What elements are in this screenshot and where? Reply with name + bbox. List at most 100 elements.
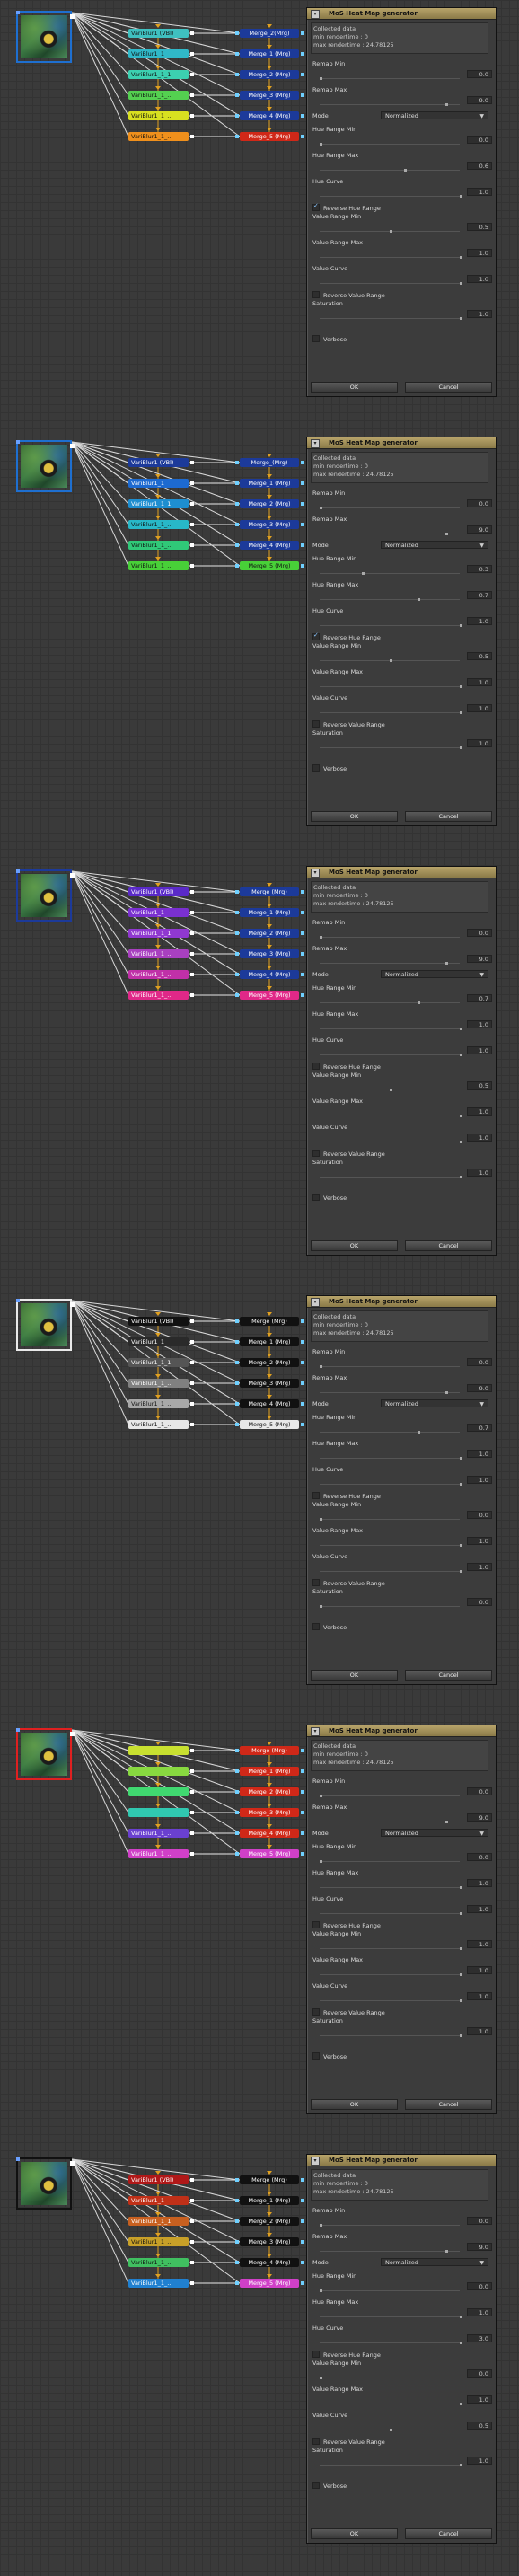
node-input-port[interactable] bbox=[16, 2157, 20, 2161]
slider-thumb[interactable] bbox=[390, 2429, 392, 2431]
slider-thumb[interactable] bbox=[390, 659, 392, 662]
node-input-port[interactable] bbox=[235, 931, 239, 935]
slider-thumb[interactable] bbox=[460, 195, 462, 198]
node-output-port[interactable] bbox=[301, 52, 304, 56]
node-output-port[interactable] bbox=[301, 931, 304, 935]
slider-track[interactable] bbox=[320, 2225, 460, 2226]
slider-track[interactable] bbox=[320, 1545, 460, 1546]
variblur-node[interactable]: VariBlur1_1_... bbox=[128, 111, 189, 120]
val-min-value-field[interactable]: 0.5 bbox=[467, 1081, 492, 1090]
ok-button[interactable]: OK bbox=[311, 2099, 398, 2110]
node-output-port[interactable] bbox=[301, 890, 304, 894]
verbose-checkbox[interactable]: Verbose bbox=[312, 1194, 492, 1202]
merge-node[interactable]: Merge_5 (Mrg) bbox=[240, 1849, 299, 1858]
merge-node[interactable]: Merge_3 (Mrg) bbox=[240, 949, 299, 958]
val-curve-value-field[interactable]: 1.0 bbox=[467, 1134, 492, 1142]
merge-node[interactable]: Merge_3 (Mrg) bbox=[240, 520, 299, 529]
node-output-port[interactable] bbox=[190, 523, 194, 526]
merge-node[interactable]: Merge_5 (Mrg) bbox=[240, 132, 299, 141]
node-input-port[interactable] bbox=[235, 2178, 239, 2182]
slider-track[interactable] bbox=[320, 573, 460, 574]
hue-curve-value-field[interactable]: 1.0 bbox=[467, 1476, 492, 1484]
slider-thumb[interactable] bbox=[320, 1605, 322, 1608]
loader-node[interactable] bbox=[16, 2157, 75, 2210]
slider-thumb[interactable] bbox=[460, 1176, 462, 1178]
val-max-value-field[interactable]: 1.0 bbox=[467, 249, 492, 257]
hue-min-value-field[interactable]: 0.7 bbox=[467, 1424, 492, 1432]
slider-thumb[interactable] bbox=[320, 143, 322, 146]
node-output-port[interactable] bbox=[301, 114, 304, 118]
rev-val-checkbox[interactable]: Reverse Value Range bbox=[312, 1579, 492, 1587]
node-input-port[interactable] bbox=[235, 1831, 239, 1835]
ok-button[interactable]: OK bbox=[311, 1670, 398, 1681]
slider-thumb[interactable] bbox=[320, 2289, 322, 2292]
node-input-port[interactable] bbox=[235, 911, 239, 914]
node-input-port[interactable] bbox=[235, 1769, 239, 1773]
node-output-port[interactable] bbox=[301, 952, 304, 956]
slider-track[interactable] bbox=[320, 1913, 460, 1914]
ok-button[interactable]: OK bbox=[311, 2528, 398, 2539]
node-input-port[interactable] bbox=[16, 1728, 20, 1732]
slider-thumb[interactable] bbox=[460, 1886, 462, 1889]
node-input-port[interactable] bbox=[235, 952, 239, 956]
node-output-port[interactable] bbox=[301, 481, 304, 485]
remap-max-value-field[interactable]: 9.0 bbox=[467, 955, 492, 963]
merge-node[interactable]: Merge_2 (Mrg) bbox=[240, 2217, 299, 2226]
variblur-node[interactable] bbox=[128, 1767, 189, 1776]
rev-hue-checkbox[interactable]: Reverse Hue Range bbox=[312, 1063, 492, 1071]
slider-track[interactable] bbox=[320, 1432, 460, 1433]
loader-node[interactable] bbox=[16, 869, 75, 922]
node-output-port[interactable] bbox=[190, 973, 194, 976]
hue-curve-value-field[interactable]: 3.0 bbox=[467, 2334, 492, 2342]
node-output-port[interactable] bbox=[190, 502, 194, 506]
slider-track[interactable] bbox=[320, 507, 460, 508]
verbose-checkbox[interactable]: Verbose bbox=[312, 2052, 492, 2060]
slider-thumb[interactable] bbox=[460, 1947, 462, 1950]
mode-dropdown[interactable]: Normalized ▼ bbox=[381, 970, 488, 978]
slider-thumb[interactable] bbox=[320, 2224, 322, 2227]
variblur-node[interactable]: VariBlur1_1 bbox=[128, 1337, 189, 1346]
rev-val-checkbox[interactable]: Reverse Value Range bbox=[312, 291, 492, 299]
slider-thumb[interactable] bbox=[361, 572, 365, 575]
rev-val-checkbox[interactable]: Reverse Value Range bbox=[312, 720, 492, 728]
node-output-port[interactable] bbox=[70, 873, 75, 878]
slider-thumb[interactable] bbox=[460, 282, 462, 285]
node-input-port[interactable] bbox=[235, 890, 239, 894]
variblur-node[interactable]: VariBlur1_1_... bbox=[128, 1849, 189, 1858]
slider-track[interactable] bbox=[320, 1002, 460, 1003]
slider-thumb[interactable] bbox=[403, 169, 407, 172]
rev-hue-checkbox[interactable]: Reverse Hue Range bbox=[312, 1492, 492, 1500]
variblur-node[interactable]: VariBlur1_1 bbox=[128, 2196, 189, 2205]
rev-hue-checkbox[interactable]: Reverse Hue Range bbox=[312, 1921, 492, 1929]
node-output-port[interactable] bbox=[301, 1361, 304, 1364]
loader-node[interactable] bbox=[16, 11, 75, 63]
rev-val-checkbox[interactable]: Reverse Value Range bbox=[312, 2008, 492, 2016]
node-input-port[interactable] bbox=[235, 52, 239, 56]
slider-thumb[interactable] bbox=[445, 103, 449, 106]
variblur-node[interactable]: VariBlur1_1_... bbox=[128, 2258, 189, 2267]
slider-thumb[interactable] bbox=[460, 2034, 462, 2037]
node-input-port[interactable] bbox=[235, 523, 239, 526]
variblur-node[interactable]: VariBlur1_1_... bbox=[128, 132, 189, 141]
node-output-port[interactable] bbox=[70, 1302, 75, 1307]
variblur-node[interactable]: VariBlur1_1_... bbox=[128, 561, 189, 570]
slider-thumb[interactable] bbox=[460, 1483, 462, 1486]
merge-node[interactable]: Merge_4 (Mrg) bbox=[240, 2258, 299, 2267]
node-input-port[interactable] bbox=[16, 1299, 20, 1302]
merge-node[interactable]: Merge_4 (Mrg) bbox=[240, 111, 299, 120]
node-input-port[interactable] bbox=[235, 2281, 239, 2285]
variblur-node[interactable]: VariBlur1_1_... bbox=[128, 2237, 189, 2246]
slider-track[interactable] bbox=[320, 1392, 460, 1393]
merge-node[interactable]: Merge (Mrg) bbox=[240, 2175, 299, 2184]
slider-track[interactable] bbox=[320, 2290, 460, 2291]
node-output-port[interactable] bbox=[301, 93, 304, 97]
merge-node[interactable]: Merge_2 (Mrg) bbox=[240, 929, 299, 938]
slider-thumb[interactable] bbox=[460, 1141, 462, 1143]
node-input-port[interactable] bbox=[235, 1852, 239, 1856]
node-output-port[interactable] bbox=[70, 444, 75, 448]
merge-node[interactable]: Merge_2 (Mrg) bbox=[240, 1787, 299, 1796]
variblur-node[interactable]: VariBlur1_1_1 bbox=[128, 499, 189, 508]
node-output-port[interactable] bbox=[190, 993, 194, 997]
close-icon[interactable]: ▾ bbox=[311, 2157, 320, 2166]
slider-thumb[interactable] bbox=[320, 1518, 322, 1521]
